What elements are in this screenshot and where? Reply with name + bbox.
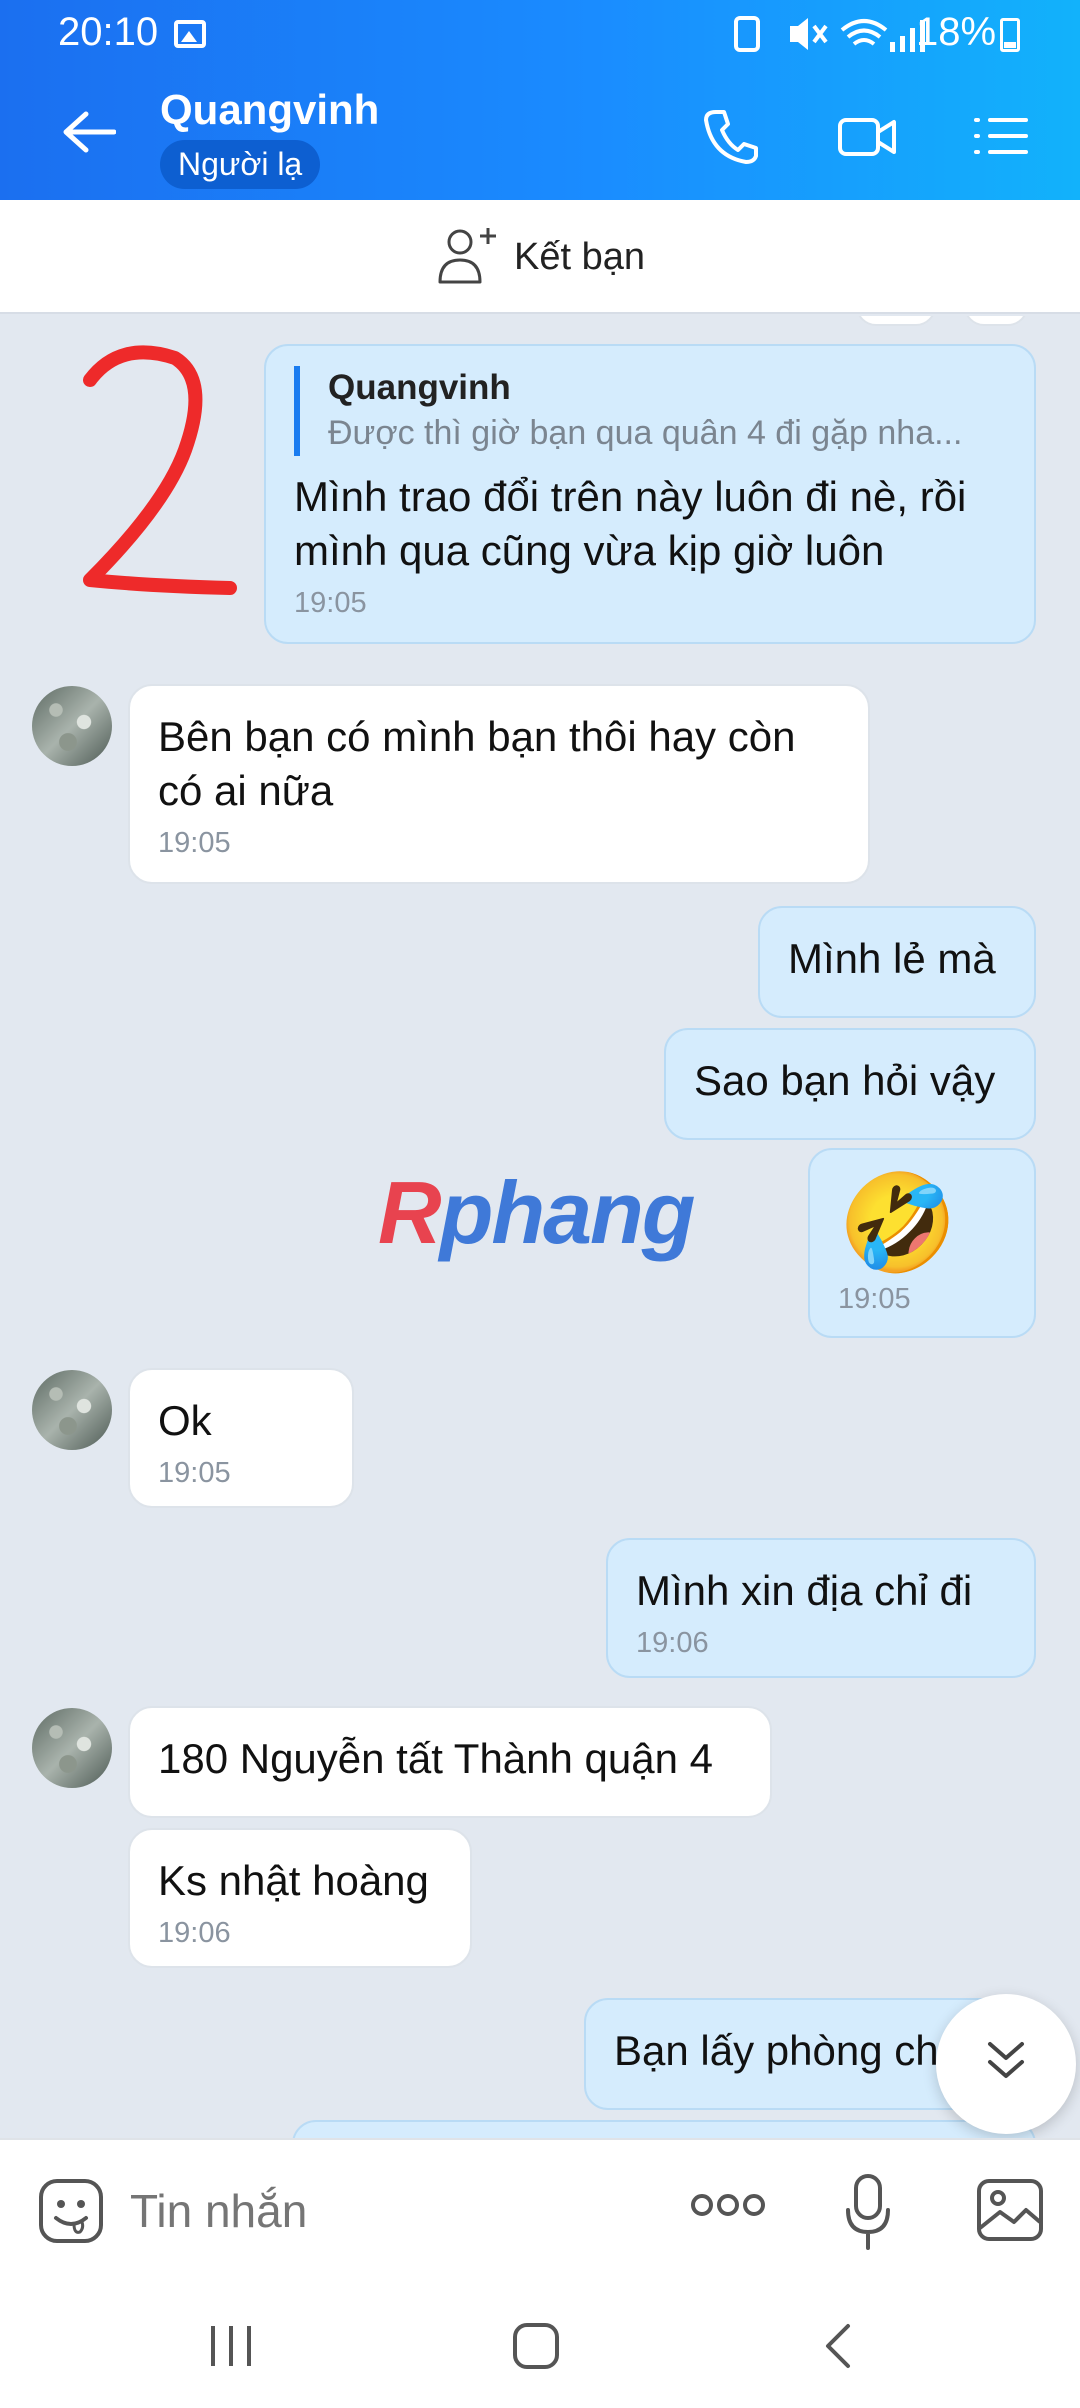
message-text: Bên bạn có mình bạn thôi hay còn có ai n… (158, 713, 796, 814)
message-bubble-outgoing[interactable]: Mình xin địa chỉ đi 19:06 (606, 1538, 1036, 1678)
reaction-chip[interactable] (964, 316, 1028, 326)
reaction-chip[interactable] (856, 316, 936, 326)
video-call-icon[interactable] (836, 106, 898, 166)
message-bubble-incoming[interactable]: Bên bạn có mình bạn thôi hay còn có ai n… (128, 684, 870, 884)
message-time: 19:05 (158, 827, 231, 859)
message-text: Ks nhật hoàng (158, 1857, 429, 1904)
message-bubble-outgoing[interactable]: Sao bạn hỏi vậy (664, 1028, 1036, 1140)
message-time: 19:06 (636, 1627, 709, 1659)
add-friend-label: Kết bạn (514, 236, 645, 278)
system-navigation-bar (0, 2278, 1080, 2408)
message-time: 19:06 (158, 1917, 231, 1949)
chat-title[interactable]: Quangvinh (160, 86, 379, 134)
status-bar: 20:10 18% (0, 0, 1080, 66)
add-friend-bar[interactable]: Kết bạn (0, 200, 1080, 314)
rofl-emoji: 🤣 (838, 1170, 958, 1277)
avatar[interactable] (32, 686, 112, 766)
back-arrow-icon[interactable] (62, 110, 116, 154)
home-icon[interactable] (512, 2322, 560, 2370)
scroll-to-bottom-button[interactable] (936, 1994, 1076, 2134)
message-bubble-outgoing[interactable]: 🤣 19:05 (808, 1148, 1036, 1338)
microphone-icon[interactable] (846, 2174, 890, 2250)
more-icon[interactable] (690, 2192, 766, 2218)
battery-percentage: 18% (916, 10, 997, 54)
back-nav-icon[interactable] (822, 2322, 852, 2370)
message-bubble-outgoing[interactable]: Quangvinh Được thì giờ bạn qua quân 4 đi… (264, 344, 1036, 644)
chat-messages[interactable]: Quangvinh Được thì giờ bạn qua quân 4 đi… (0, 316, 1080, 2138)
message-time: 19:05 (838, 1283, 911, 1315)
message-text: Bạn lấy phòng chưa (614, 2027, 991, 2074)
message-text: Mình trao đổi trên này luôn đi nè, rồi m… (294, 473, 967, 574)
message-input[interactable] (130, 2184, 650, 2238)
gallery-notification-icon (174, 20, 206, 48)
message-composer (0, 2138, 1080, 2278)
message-text: Sao bạn hỏi vậy (694, 1057, 996, 1104)
add-friend-icon (438, 228, 496, 284)
image-picker-icon[interactable] (976, 2178, 1044, 2242)
avatar[interactable] (32, 1708, 112, 1788)
status-time: 20:10 (58, 10, 159, 54)
quoted-message[interactable]: Quangvinh Được thì giờ bạn qua quân 4 đi… (294, 366, 1006, 456)
phone-call-icon[interactable] (702, 106, 758, 166)
message-text: Ok (158, 1397, 212, 1444)
sticker-icon[interactable] (38, 2178, 104, 2244)
message-bubble-outgoing[interactable]: Mình lẻ mà (758, 906, 1036, 1018)
message-text: Mình xin địa chỉ đi (636, 1567, 973, 1614)
menu-list-icon[interactable] (972, 106, 1030, 166)
watermark-logo: Rphang (378, 1163, 696, 1262)
battery-icon (1000, 18, 1020, 52)
message-bubble-incoming[interactable]: Ks nhật hoàng 19:06 (128, 1828, 472, 1968)
message-time: 19:05 (294, 587, 367, 619)
avatar[interactable] (32, 1370, 112, 1450)
recent-apps-icon[interactable] (208, 2324, 254, 2368)
message-text: 180 Nguyễn tất Thành quận 4 (158, 1735, 714, 1782)
message-time: 19:05 (158, 1457, 231, 1489)
quoted-text: Được thì giờ bạn qua quân 4 đi gặp nha..… (328, 414, 963, 452)
double-chevron-down-icon (988, 2042, 1024, 2078)
handwritten-annotation (83, 345, 237, 595)
message-bubble-outgoing[interactable] (292, 2120, 1036, 2138)
message-bubble-incoming[interactable]: Ok 19:05 (128, 1368, 354, 1508)
message-text: Mình lẻ mà (788, 935, 996, 982)
stranger-badge: Người lạ (160, 140, 321, 189)
message-bubble-incoming[interactable]: 180 Nguyễn tất Thành quận 4 (128, 1706, 772, 1818)
app-header: 20:10 18% Quangvinh Người lạ (0, 0, 1080, 200)
quoted-sender: Quangvinh (328, 368, 511, 407)
